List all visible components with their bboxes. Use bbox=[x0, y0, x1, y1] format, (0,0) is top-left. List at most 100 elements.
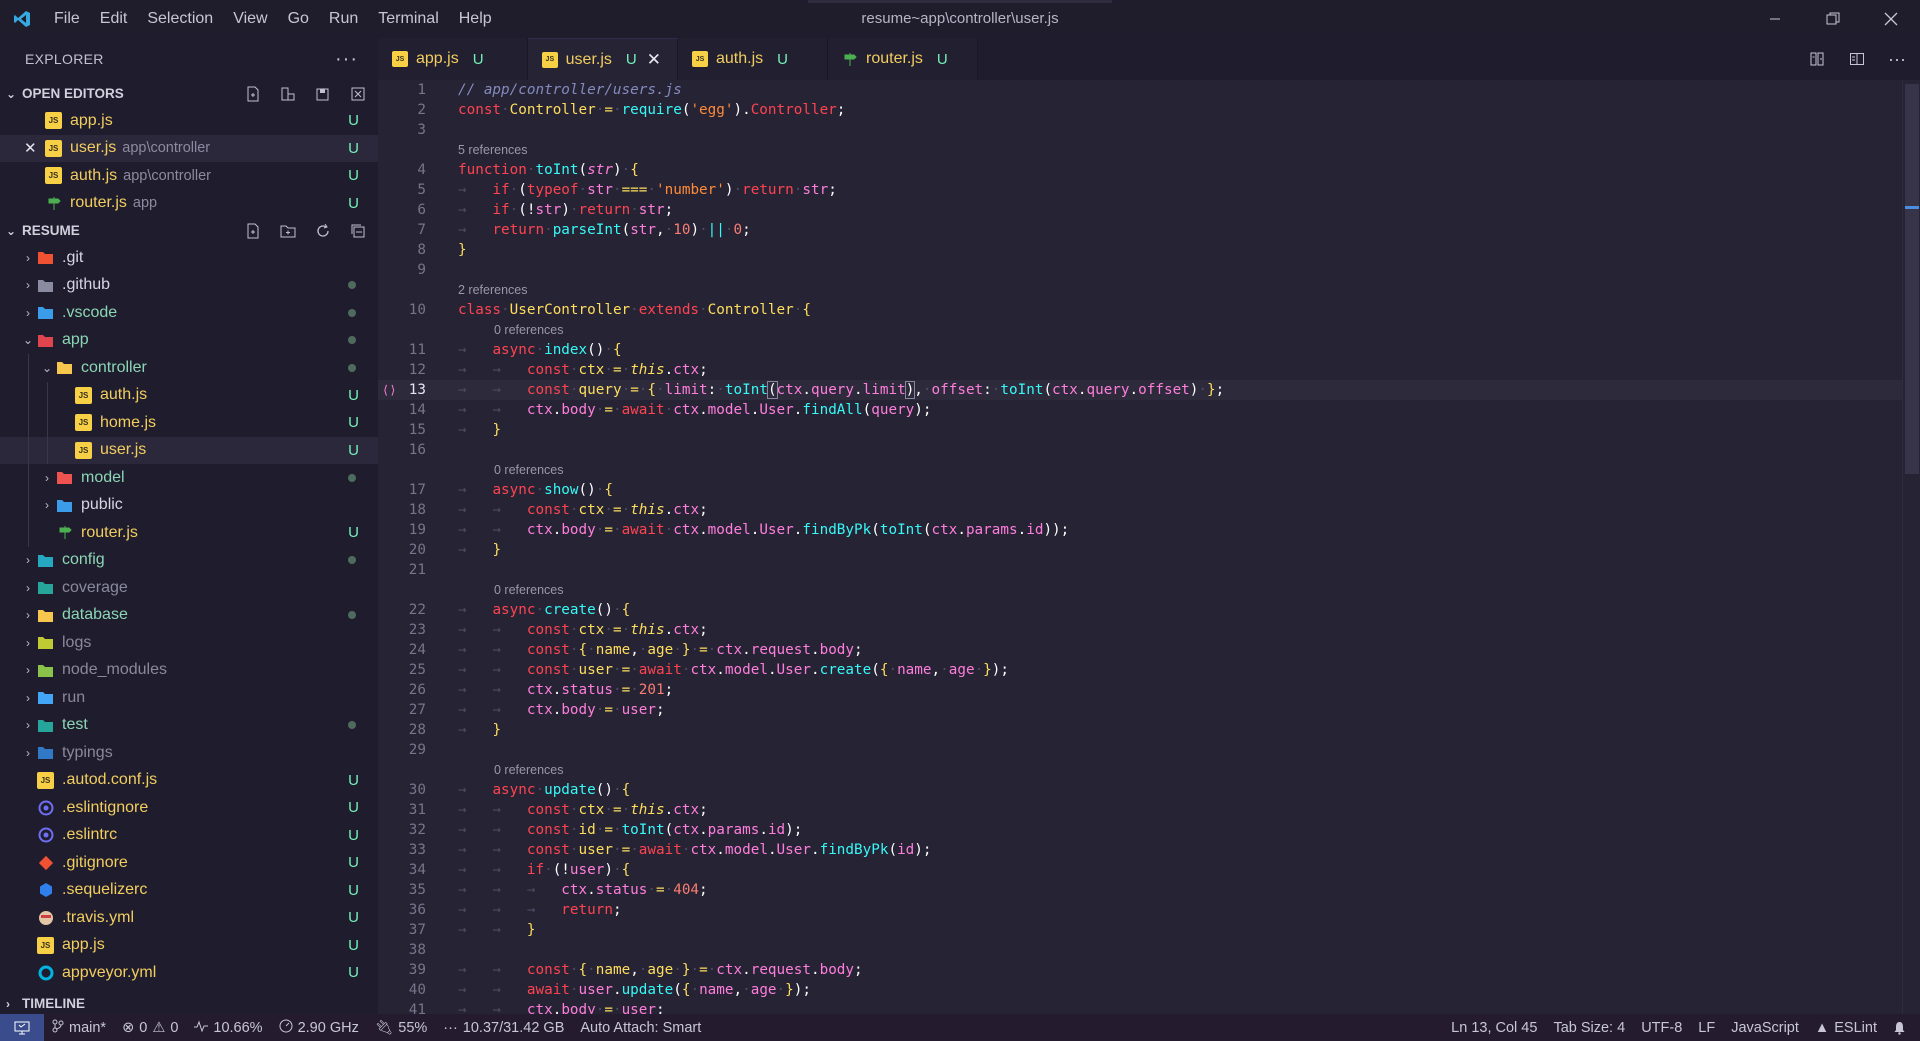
eslint-status[interactable]: ▲ ESLint bbox=[1807, 1020, 1885, 1036]
codelens-references[interactable]: 5 references bbox=[378, 140, 1902, 160]
code-line[interactable]: 9 bbox=[378, 260, 1902, 280]
branch-indicator[interactable]: main* bbox=[44, 1019, 114, 1037]
chevron-right-icon[interactable]: › bbox=[19, 306, 37, 320]
editor-scrollbar[interactable] bbox=[1902, 80, 1920, 1014]
code-line[interactable]: 40 → → await·user.update({·name,·age·}); bbox=[378, 980, 1902, 1000]
more-actions-icon[interactable]: ··· bbox=[335, 48, 358, 71]
battery-indicator[interactable]: 🔌︎ 55% bbox=[367, 1019, 435, 1037]
tree-item-public[interactable]: › public bbox=[0, 491, 378, 519]
code-line[interactable]: 10 class·UserController·extends·Controlle… bbox=[378, 300, 1902, 320]
codelens-references[interactable]: 0 references bbox=[378, 320, 1902, 340]
split-editor-icon[interactable] bbox=[1846, 48, 1868, 70]
code-line[interactable]: 35 → → → ctx.status·=·404; bbox=[378, 880, 1902, 900]
chevron-right-icon[interactable]: › bbox=[19, 636, 37, 650]
end-of-line[interactable]: LF bbox=[1690, 1020, 1723, 1036]
auto-attach-indicator[interactable]: Auto Attach: Smart bbox=[572, 1020, 709, 1036]
open-editors-section-header[interactable]: ⌄ OPEN EDITORS bbox=[0, 80, 378, 107]
open-changes-icon[interactable] bbox=[1806, 48, 1828, 70]
code-line[interactable]: 21 bbox=[378, 560, 1902, 580]
code-line[interactable]: 1 // app/controller/users.js bbox=[378, 80, 1902, 100]
tree-item-node_modules[interactable]: › node_modules bbox=[0, 657, 378, 685]
tree-item-dot-eslintrc[interactable]: .eslintrc U bbox=[0, 822, 378, 850]
refresh-icon[interactable] bbox=[311, 221, 335, 241]
tree-item-auth-js[interactable]: JS auth.js U bbox=[0, 381, 378, 409]
project-section-header[interactable]: ⌄ RESUME bbox=[0, 217, 378, 244]
open-editor-user-js[interactable]: ✕ JS user.js app\controller U bbox=[0, 134, 378, 162]
tree-item-test[interactable]: › test bbox=[0, 712, 378, 740]
tree-item-controller[interactable]: ⌄ controller bbox=[0, 354, 378, 382]
close-icon[interactable]: ✕ bbox=[24, 139, 37, 157]
tab-size[interactable]: Tab Size: 4 bbox=[1545, 1020, 1633, 1036]
menu-help[interactable]: Help bbox=[449, 0, 502, 38]
tree-item-dot-git[interactable]: › .git bbox=[0, 244, 378, 272]
code-line[interactable]: 29 bbox=[378, 740, 1902, 760]
chevron-right-icon[interactable]: › bbox=[19, 581, 37, 595]
new-folder-icon[interactable] bbox=[276, 221, 300, 241]
codelens-label[interactable]: 0 references bbox=[494, 320, 563, 340]
tree-item-database[interactable]: › database bbox=[0, 602, 378, 630]
code-line[interactable]: 36 → → → return; bbox=[378, 900, 1902, 920]
cpu-indicator[interactable]: 10.66% bbox=[186, 1020, 270, 1036]
tree-item-user-js[interactable]: JS user.js U bbox=[0, 436, 378, 464]
code-line[interactable]: 31 → → const·ctx·=·this.ctx; bbox=[378, 800, 1902, 820]
menu-edit[interactable]: Edit bbox=[90, 0, 138, 38]
code-line[interactable]: ⟨⟩ 13 → → const·query·=·{·limit:·toInt(ctx… bbox=[378, 380, 1902, 400]
chevron-right-icon[interactable]: › bbox=[38, 471, 56, 485]
code-line[interactable]: 23 → → const·ctx·=·this.ctx; bbox=[378, 620, 1902, 640]
codelens-references[interactable]: 0 references bbox=[378, 460, 1902, 480]
code-line[interactable]: 38 bbox=[378, 940, 1902, 960]
tab-auth-js[interactable]: JS auth.js U bbox=[678, 38, 828, 80]
code-line[interactable]: 6 → if·(!str)·return·str; bbox=[378, 200, 1902, 220]
codelens-label[interactable]: 0 references bbox=[494, 460, 563, 480]
tree-item-dot-travis-yml[interactable]: .travis.yml U bbox=[0, 904, 378, 932]
code-line[interactable]: 5 → if·(typeof·str·===·'number')·return·s… bbox=[378, 180, 1902, 200]
code-line[interactable]: 3 bbox=[378, 120, 1902, 140]
chevron-right-icon[interactable]: › bbox=[19, 251, 37, 265]
open-editor-auth-js[interactable]: JS auth.js app\controller U bbox=[0, 162, 378, 190]
code-line[interactable]: 22 → async·create()·{ bbox=[378, 600, 1902, 620]
tree-item-home-js[interactable]: JS home.js U bbox=[0, 409, 378, 437]
tree-item-dot-vscode[interactable]: › .vscode bbox=[0, 299, 378, 327]
codelens-label[interactable]: 0 references bbox=[494, 580, 563, 600]
code-line[interactable]: 7 → return·parseInt(str,·10)·||·0; bbox=[378, 220, 1902, 240]
code-line[interactable]: 30 → async·update()·{ bbox=[378, 780, 1902, 800]
code-line[interactable]: 26 → → ctx.status·=·201; bbox=[378, 680, 1902, 700]
tree-item-dot-autod-conf-js[interactable]: JS .autod.conf.js U bbox=[0, 767, 378, 795]
code-line[interactable]: 11 → async·index()·{ bbox=[378, 340, 1902, 360]
code-line[interactable]: 2 const·Controller·=·require('egg').Contr… bbox=[378, 100, 1902, 120]
language-mode[interactable]: JavaScript bbox=[1723, 1020, 1807, 1036]
chevron-down-icon[interactable]: ⌄ bbox=[38, 361, 56, 375]
close-icon[interactable]: ✕ bbox=[647, 50, 661, 70]
tree-item-dot-gitignore[interactable]: .gitignore U bbox=[0, 849, 378, 877]
close-all-editors-icon[interactable] bbox=[346, 84, 370, 104]
encoding[interactable]: UTF-8 bbox=[1633, 1020, 1690, 1036]
menu-terminal[interactable]: Terminal bbox=[368, 0, 448, 38]
code-line[interactable]: 20 → } bbox=[378, 540, 1902, 560]
menu-selection[interactable]: Selection bbox=[137, 0, 223, 38]
code-editor[interactable]: 1 // app/controller/users.js 2 const·Contro… bbox=[378, 80, 1920, 1014]
tree-item-appveyor-yml[interactable]: appveyor.yml U bbox=[0, 959, 378, 987]
codelens-label[interactable]: 5 references bbox=[458, 140, 527, 160]
tree-item-app-js[interactable]: JS app.js U bbox=[0, 932, 378, 960]
chevron-down-icon[interactable]: ⌄ bbox=[19, 333, 37, 347]
chevron-right-icon[interactable]: › bbox=[19, 608, 37, 622]
tree-item-typings[interactable]: › typings bbox=[0, 739, 378, 767]
scrollbar-thumb[interactable] bbox=[1905, 84, 1919, 474]
chevron-right-icon[interactable]: › bbox=[19, 553, 37, 567]
tree-item-router-js[interactable]: router.js U bbox=[0, 519, 378, 547]
code-line[interactable]: 39 → → const·{·name,·age·}·=·ctx.request.… bbox=[378, 960, 1902, 980]
tree-item-dot-sequelizerc[interactable]: .sequelizerc U bbox=[0, 877, 378, 905]
menu-view[interactable]: View bbox=[223, 0, 277, 38]
codelens-label[interactable]: 0 references bbox=[494, 760, 563, 780]
toggle-vertical-layout-icon[interactable] bbox=[276, 84, 300, 104]
codelens-label[interactable]: 2 references bbox=[458, 280, 527, 300]
more-actions-icon[interactable]: ··· bbox=[1886, 48, 1908, 70]
menu-file[interactable]: File bbox=[44, 0, 90, 38]
code-line[interactable]: 27 → → ctx.body·=·user; bbox=[378, 700, 1902, 720]
tab-user-js[interactable]: JS user.js U ✕ bbox=[528, 38, 678, 80]
tab-app-js[interactable]: JS app.js U bbox=[378, 38, 528, 80]
code-line[interactable]: 19 → → ctx.body·=·await·ctx.model.User.fi… bbox=[378, 520, 1902, 540]
new-untitled-file-icon[interactable] bbox=[241, 84, 265, 104]
timeline-section-header[interactable]: › TIMELINE bbox=[0, 990, 378, 1014]
menu-run[interactable]: Run bbox=[319, 0, 368, 38]
